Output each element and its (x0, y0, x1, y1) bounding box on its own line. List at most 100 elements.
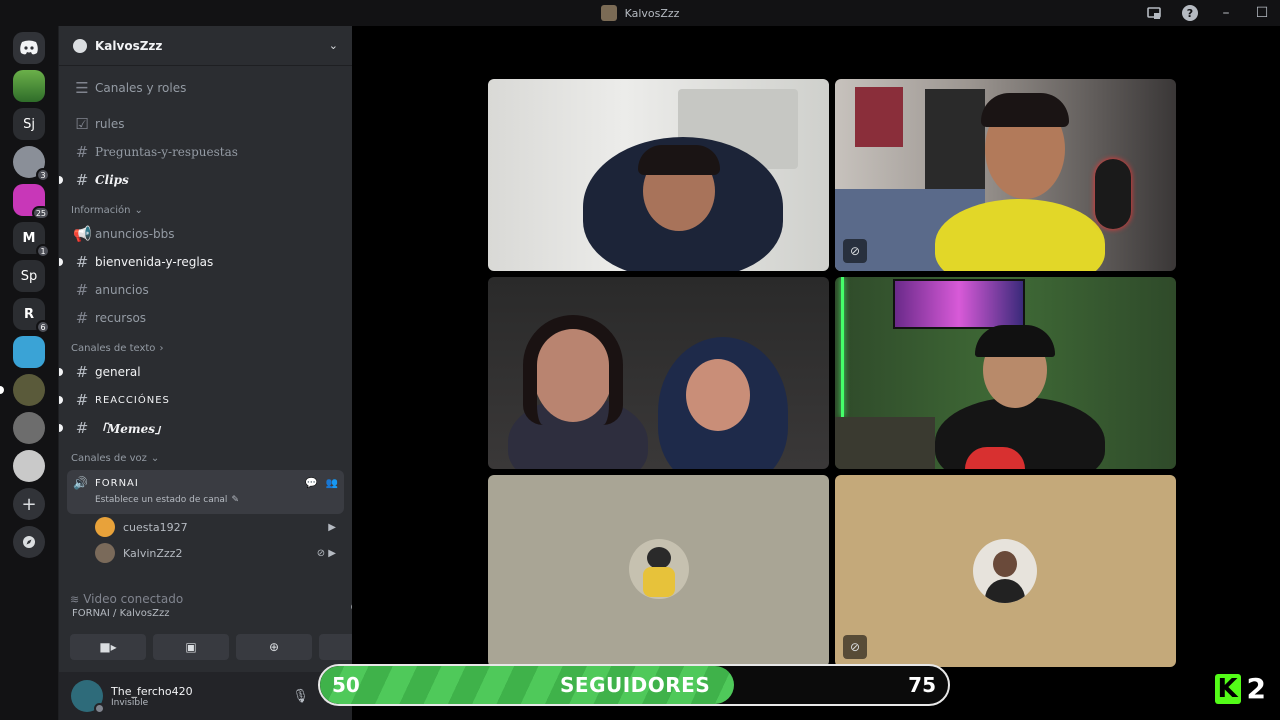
discord-home-icon[interactable] (13, 32, 45, 64)
category-informacion[interactable]: Información ⌄ (67, 194, 344, 220)
minimize-button[interactable]: – (1208, 0, 1244, 26)
chat-icon[interactable]: 💬 (305, 478, 317, 489)
server-r[interactable]: R6 (13, 298, 50, 334)
unread-indicator (59, 176, 63, 184)
channel-reacciones[interactable]: # REACCIÓNES (59, 386, 344, 414)
server-sp[interactable]: Sp (13, 260, 45, 292)
avatar (629, 539, 689, 599)
category-canales-de-voz[interactable]: Canales de voz ⌄ (67, 442, 344, 468)
window-title-text: KalvosZzz (624, 6, 680, 20)
channel-recursos[interactable]: # recursos (67, 304, 344, 332)
channel-memes[interactable]: # 「Memes」 (59, 414, 344, 442)
goal-label: SEGUIDORES (560, 673, 711, 697)
server-kick-land[interactable] (13, 70, 45, 102)
video-tile[interactable] (835, 277, 1176, 469)
mention-badge: 1 (36, 244, 50, 258)
mention-badge: 25 (31, 206, 50, 220)
mic-muted-icon: ⊘ (843, 635, 867, 659)
list-icon: ☰ (75, 79, 89, 97)
guild-name: KalvosZzz (95, 38, 163, 53)
video-tile[interactable] (488, 277, 829, 469)
invisible-status-icon (94, 703, 105, 714)
add-server-icon[interactable]: + (13, 488, 45, 520)
camera-icon: ■▸ (99, 640, 117, 654)
hash-icon: # (75, 419, 89, 437)
connection-status: Video conectado (83, 592, 184, 606)
server-m[interactable]: M1 (13, 222, 50, 258)
video-tile-camera-off[interactable]: ⊘ (835, 475, 1176, 667)
channel-anuncios[interactable]: # anuncios (67, 276, 344, 304)
screen-share-button[interactable]: ▣ (153, 634, 229, 660)
channel-bienvenida[interactable]: # bienvenida-y-reglas (59, 248, 344, 276)
hash-icon: # (75, 253, 89, 271)
voice-channel-status[interactable]: Establece un estado de canal ✎ (73, 492, 338, 508)
channels-and-roles[interactable]: ☰ Canales y roles (67, 74, 344, 102)
voice-channel-name: FORNAI (95, 477, 139, 489)
server-grey[interactable] (13, 412, 45, 444)
server-purple[interactable]: 25 (13, 184, 50, 220)
activities-button[interactable]: ⊕ (236, 634, 312, 660)
microphone (1095, 159, 1131, 229)
camera-button[interactable]: ■▸ (70, 634, 146, 660)
selected-indicator (0, 386, 4, 394)
kick-count: 2 (1246, 672, 1266, 705)
channel-rules[interactable]: ☑ rules (67, 110, 344, 138)
help-button[interactable]: ? (1172, 0, 1208, 26)
voice-user[interactable]: KalvinZzz2 ⊘ ▶ (67, 540, 344, 566)
window-title: KalvosZzz (600, 5, 680, 21)
rules-icon: ☑ (75, 115, 89, 133)
user-panel: The_fercho420 Invisible 🎙 🎧 (59, 672, 353, 720)
signal-icon: ≋ (70, 592, 80, 606)
goal-start-value: 50 (332, 673, 360, 697)
tv-screen (893, 279, 1025, 329)
title-avatar (600, 5, 617, 21)
kick-counter: K 2 (1214, 672, 1266, 705)
gamepad-icon: ⊕ (268, 640, 280, 654)
voice-channel-fornai[interactable]: 🔊 FORNAI 💬 👥 Establece un estado de cana… (67, 470, 344, 514)
screen-share-icon: ▣ (185, 640, 197, 654)
title-bar: KalvosZzz ? – ☐ (0, 0, 1280, 26)
mic-muted-icon: ⊘ ▶ (316, 547, 336, 559)
cap (975, 325, 1055, 357)
mention-badge: 6 (36, 320, 50, 334)
category-canales-de-texto[interactable]: Canales de texto › (67, 332, 344, 358)
follower-goal-bar: 50 SEGUIDORES 75 (318, 664, 950, 706)
invite-icon[interactable]: 👥 (326, 478, 338, 489)
discover-icon[interactable] (13, 526, 45, 558)
mic-muted-icon: ⊘ (843, 239, 867, 263)
video-tile-camera-off[interactable] (488, 475, 829, 667)
channel-general[interactable]: # general (59, 358, 344, 386)
username: The_fercho420 (111, 684, 193, 698)
microphone-icon[interactable]: 🎙 (292, 689, 309, 704)
goal-target-value: 75 (908, 673, 936, 697)
server-avatar-1[interactable]: 3 (13, 146, 50, 182)
mention-badge: 3 (36, 168, 50, 182)
chevron-down-icon: ⌄ (328, 39, 338, 52)
server-blue[interactable] (13, 336, 45, 368)
voice-user[interactable]: cuesta1927 ▶ (67, 514, 344, 540)
guild-header[interactable]: KalvosZzz ⌄ (59, 26, 352, 66)
hash-icon: # (75, 363, 89, 381)
channel-clips[interactable]: # Clips (59, 166, 344, 194)
server-sj[interactable]: Sj (13, 108, 45, 140)
announcement-icon: 📢 (73, 225, 92, 243)
server-dog[interactable] (13, 450, 45, 482)
inbox-icon[interactable] (1136, 0, 1172, 26)
avatar[interactable] (71, 680, 105, 714)
speaker-icon: 🔊 (73, 476, 88, 490)
maximize-button[interactable]: ☐ (1244, 0, 1280, 26)
channel-preguntas[interactable]: # Preguntas-y-respuestas (67, 138, 344, 166)
server-current[interactable] (0, 374, 45, 406)
unread-indicator (59, 368, 63, 376)
hash-icon: # (75, 281, 89, 299)
server-list: Sj 3 25 M1 Sp R6 + (0, 26, 58, 720)
video-icon: ▶ (328, 521, 336, 533)
video-grid: ⊘ ⊘ (352, 26, 1280, 720)
video-tile[interactable] (488, 79, 829, 271)
chevron-down-icon: ⌄ (150, 453, 160, 464)
video-tile[interactable]: ⊘ (835, 79, 1176, 271)
channel-anuncios-bbs[interactable]: 📢 anuncios-bbs (67, 220, 344, 248)
avatar (973, 539, 1037, 603)
avatar (95, 517, 115, 537)
guild-icon (73, 38, 87, 53)
